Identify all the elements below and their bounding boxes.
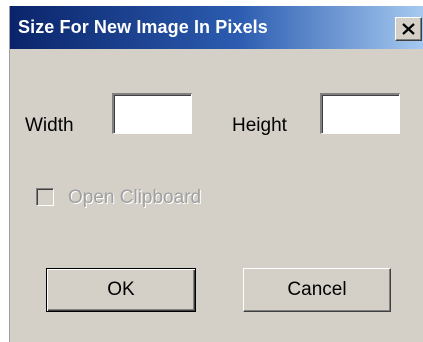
width-label: Width [25, 115, 74, 136]
cancel-button[interactable]: Cancel [243, 268, 391, 312]
close-x-icon [402, 23, 415, 35]
ok-button[interactable]: OK [46, 268, 196, 312]
title-bar[interactable]: Size For New Image In Pixels [10, 6, 423, 49]
window-title: Size For New Image In Pixels [18, 17, 268, 37]
height-input[interactable] [320, 93, 400, 134]
ok-button-label: OK [107, 279, 135, 300]
new-image-size-dialog: Size For New Image In Pixels Width Heigh… [9, 6, 423, 342]
close-button[interactable] [395, 17, 422, 41]
width-input[interactable] [112, 93, 192, 134]
open-clipboard-checkbox[interactable] [36, 188, 54, 206]
height-label: Height [232, 115, 287, 136]
cancel-button-label: Cancel [287, 279, 347, 300]
open-clipboard-label: Open Clipboard [68, 187, 202, 208]
